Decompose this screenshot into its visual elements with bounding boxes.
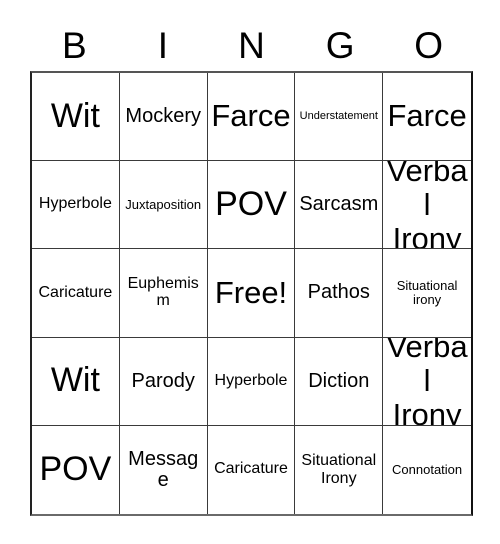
bingo-cell-r4c1[interactable]: Wit bbox=[32, 337, 120, 426]
bingo-cell-r2c4[interactable]: Sarcasm bbox=[295, 161, 384, 250]
bingo-cell-label: Hyperbole bbox=[38, 195, 112, 213]
bingo-cell-r5c1[interactable]: POV bbox=[32, 425, 120, 514]
bingo-cell-r2c1[interactable]: Hyperbole bbox=[32, 161, 120, 250]
bingo-cell-r5c4[interactable]: Situational Irony bbox=[295, 425, 384, 514]
bingo-cell-label: Farce bbox=[387, 98, 467, 134]
bingo-cell-r1c1[interactable]: Wit bbox=[32, 73, 120, 162]
bingo-cell-r4c4[interactable]: Diction bbox=[295, 337, 384, 426]
bingo-free-space-label: Free! bbox=[214, 274, 288, 310]
bingo-cell-label: Message bbox=[128, 447, 199, 491]
bingo-cell-r5c2[interactable]: Message bbox=[120, 425, 208, 514]
bingo-cell-label: Verbal Irony bbox=[386, 337, 468, 426]
bingo-cell-label: Sarcasm bbox=[299, 193, 379, 216]
bingo-cell-free-space[interactable]: Free! bbox=[207, 249, 296, 338]
bingo-cell-label: Pathos bbox=[307, 281, 370, 304]
bingo-header-letter-g: G bbox=[325, 24, 355, 66]
bingo-cell-r4c2[interactable]: Parody bbox=[119, 337, 208, 426]
bingo-header-letter-i: I bbox=[157, 24, 169, 66]
bingo-cell-label: POV bbox=[215, 184, 287, 223]
bingo-cell-label: Situational Irony bbox=[301, 452, 377, 487]
bingo-cell-label: Caricature bbox=[38, 283, 113, 301]
bingo-cell-r2c5[interactable]: Verbal Irony bbox=[383, 161, 471, 250]
bingo-cell-label: Understatement bbox=[299, 109, 378, 122]
bingo-cell-label: Euphemism bbox=[127, 275, 199, 309]
bingo-cell-label: Caricature bbox=[214, 460, 288, 478]
bingo-cell-label: Mockery bbox=[125, 105, 201, 128]
bingo-cell-r4c3[interactable]: Hyperbole bbox=[207, 337, 296, 426]
bingo-cell-r1c4[interactable]: Understatement bbox=[295, 73, 384, 162]
bingo-cell-r4c5[interactable]: Verbal Irony bbox=[383, 338, 471, 426]
bingo-cell-label: Wit bbox=[50, 361, 100, 400]
bingo-cell-r3c5[interactable]: Situational irony bbox=[383, 249, 471, 338]
bingo-card: B I N G O Wit Mockery Farce Understateme… bbox=[0, 0, 500, 544]
bingo-header: B I N G O bbox=[30, 20, 473, 70]
bingo-cell-label: Verbal Irony bbox=[386, 161, 468, 250]
bingo-cell-r5c3[interactable]: Caricature bbox=[208, 425, 296, 514]
bingo-header-letter-n: N bbox=[238, 24, 265, 66]
bingo-cell-label: POV bbox=[39, 450, 112, 489]
bingo-cell-label: Parody bbox=[131, 369, 195, 392]
bingo-cell-r2c2[interactable]: Juxtaposition bbox=[119, 161, 208, 250]
bingo-cell-r1c2[interactable]: Mockery bbox=[119, 73, 208, 162]
bingo-cell-label: Situational irony bbox=[396, 277, 458, 307]
bingo-cell-label: Diction bbox=[308, 369, 370, 392]
bingo-cell-label: Juxtaposition bbox=[125, 196, 202, 212]
bingo-cell-r2c3[interactable]: POV bbox=[207, 161, 296, 250]
bingo-cell-r3c2[interactable]: Euphemism bbox=[119, 249, 208, 338]
bingo-cell-r3c1[interactable]: Caricature bbox=[32, 249, 120, 338]
bingo-cell-label: Farce bbox=[211, 98, 291, 134]
bingo-cell-r3c4[interactable]: Pathos bbox=[295, 249, 384, 338]
bingo-cell-label: Connotation bbox=[392, 462, 463, 478]
bingo-cell-r1c3[interactable]: Farce bbox=[207, 73, 296, 162]
bingo-header-letter-o: O bbox=[414, 24, 444, 66]
bingo-grid: Wit Mockery Farce Understatement Farce H… bbox=[30, 71, 473, 516]
bingo-cell-label: Hyperbole bbox=[214, 371, 288, 389]
bingo-header-letter-b: B bbox=[61, 24, 87, 66]
bingo-cell-r1c5[interactable]: Farce bbox=[383, 73, 471, 162]
bingo-cell-label: Wit bbox=[50, 96, 100, 135]
bingo-cell-r5c5[interactable]: Connotation bbox=[383, 426, 471, 514]
